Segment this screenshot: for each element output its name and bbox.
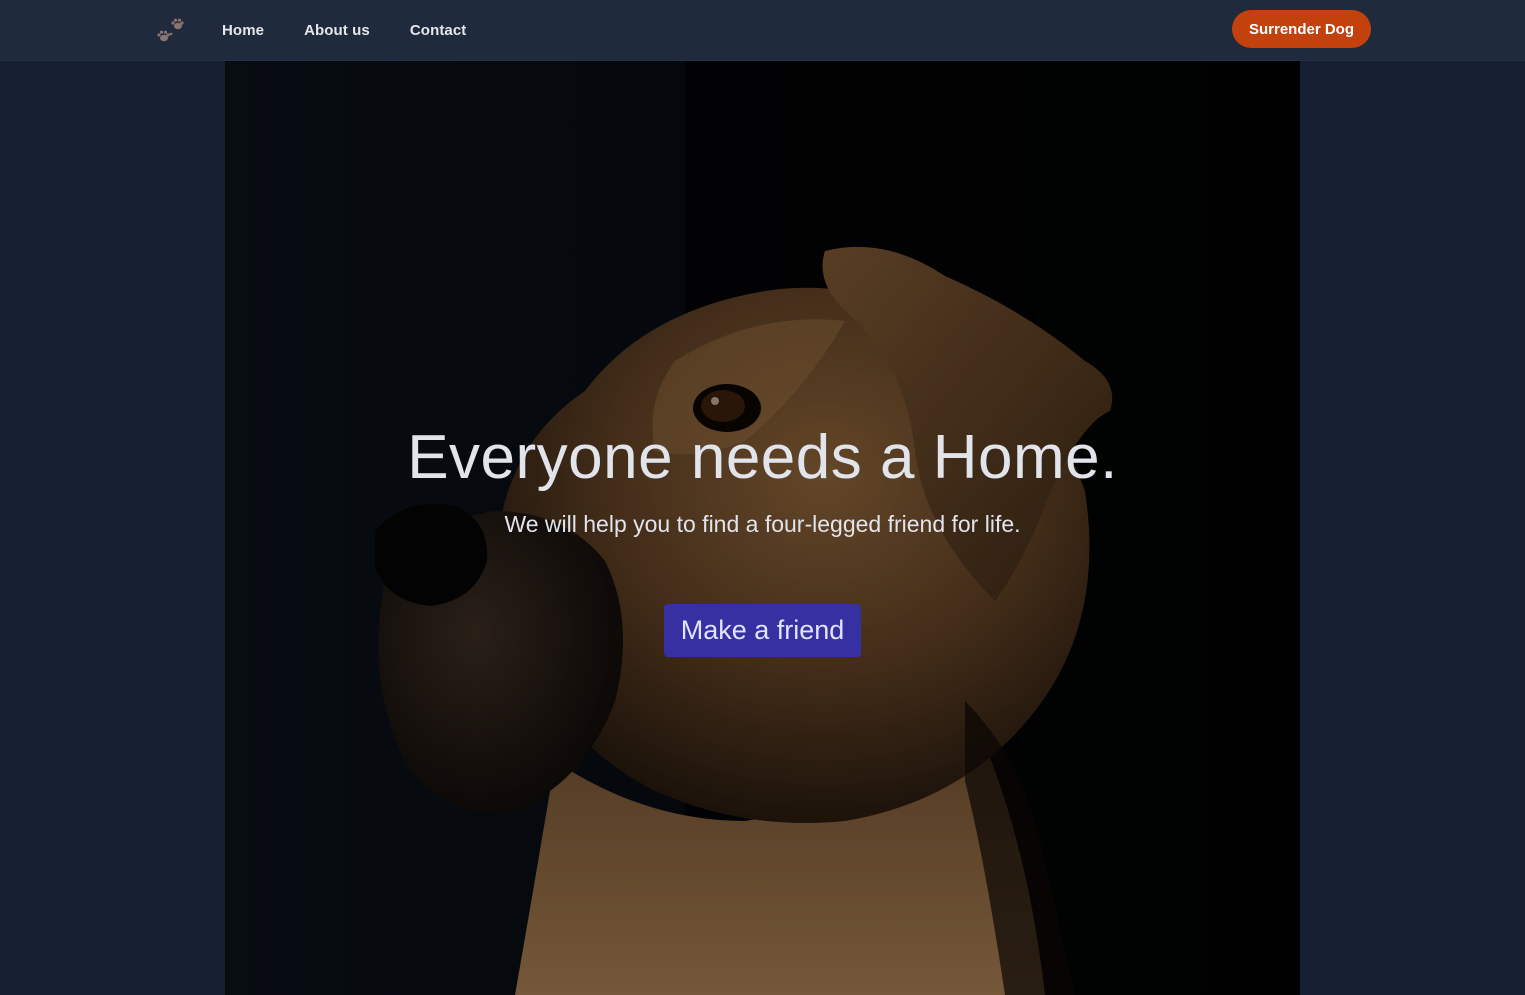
nav-link-contact[interactable]: Contact — [410, 22, 467, 39]
nav-link-home[interactable]: Home — [222, 22, 264, 39]
make-a-friend-button[interactable]: Make a friend — [663, 604, 862, 657]
top-navbar: Home About us Contact Surrender Dog — [0, 0, 1525, 61]
surrender-dog-button[interactable]: Surrender Dog — [1232, 10, 1371, 48]
hero-title: Everyone needs a Home. — [407, 423, 1118, 492]
nav-links: Home About us Contact — [222, 0, 506, 60]
hero-section: Everyone needs a Home. We will help you … — [225, 61, 1300, 995]
paw-prints-icon[interactable] — [154, 14, 188, 44]
nav-link-about-us[interactable]: About us — [304, 22, 370, 39]
hero-subtitle: We will help you to find a four-legged f… — [504, 511, 1021, 537]
hero-content: Everyone needs a Home. We will help you … — [225, 423, 1300, 657]
